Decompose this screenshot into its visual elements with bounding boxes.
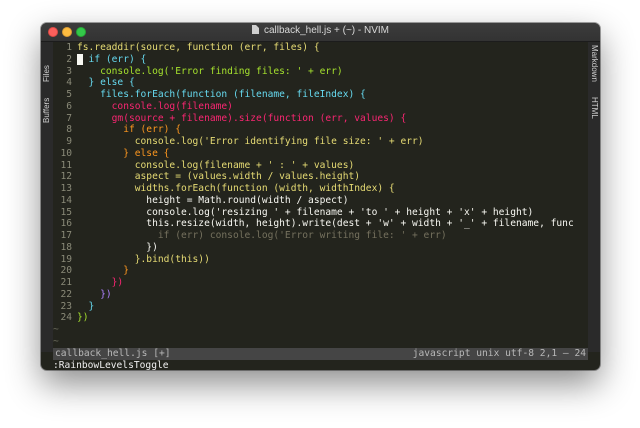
line-number: 7 <box>66 112 72 124</box>
code-text: } else { <box>77 147 170 159</box>
code-text: }) <box>77 277 124 288</box>
tab-markdown[interactable]: Markdown <box>590 45 599 82</box>
code-text: console.log('Error identifying file size… <box>77 136 424 147</box>
code-line[interactable]: 13 widths.forEach(function (width, width… <box>53 183 588 195</box>
line-number: 11 <box>60 159 72 171</box>
code-line[interactable]: 16 this.resize(width, height).write(dest… <box>53 218 588 230</box>
empty-line-tilde: ~ <box>53 335 59 347</box>
line-number: 6 <box>66 100 72 112</box>
nvim-window: callback_hell.js + (~) - NVIM Files Buff… <box>41 23 600 370</box>
code-line[interactable]: 4 } else { <box>53 77 588 89</box>
code-line[interactable]: 8 if (err) { <box>53 124 588 136</box>
code-line[interactable]: 2 if (err) { <box>53 53 588 66</box>
code-text: } <box>77 300 95 312</box>
line-number: 12 <box>60 171 72 183</box>
line-number: 19 <box>60 253 72 265</box>
code-line[interactable]: 20 } <box>53 265 588 277</box>
line-number: 4 <box>66 77 72 89</box>
tab-buffers[interactable]: Buffers <box>42 98 51 123</box>
line-number: 1 <box>66 42 72 53</box>
code-text: console.log(filename + ' : ' + values) <box>77 159 355 171</box>
window-title: callback_hell.js + (~) - NVIM <box>263 25 390 36</box>
code-line[interactable]: 22 }) <box>53 289 588 301</box>
code-text: }) <box>77 288 112 300</box>
line-number: 10 <box>60 147 72 159</box>
code-line[interactable]: 19 }.bind(this)) <box>53 254 588 266</box>
code-line[interactable]: 18 }) <box>53 242 588 254</box>
code-line[interactable]: 10 } else { <box>53 148 588 160</box>
code-line[interactable]: 1 fs.readdir(source, function (err, files… <box>53 42 588 54</box>
line-number: 8 <box>66 124 72 136</box>
line-number: 15 <box>60 206 72 218</box>
line-number: 22 <box>60 288 72 300</box>
code-line[interactable]: 23 } <box>53 301 588 313</box>
code-line[interactable]: 6 console.log(filename) <box>53 101 588 113</box>
code-text: height = Math.round(width / aspect) <box>77 194 349 206</box>
line-number: 23 <box>60 300 72 312</box>
code-line[interactable]: 15 console.log('resizing ' + filename + … <box>53 207 588 219</box>
code-text: console.log(filename) <box>77 100 233 112</box>
status-filename: callback_hell.js [+] <box>55 348 171 359</box>
code-text-rest: if (err) { <box>82 53 147 65</box>
code-line[interactable]: 7 gm(source + filename).size(function (e… <box>53 113 588 125</box>
line-number: 5 <box>66 89 72 100</box>
code-text: console.log('resizing ' + filename + 'to… <box>77 206 534 218</box>
code-line[interactable]: 14 height = Math.round(width / aspect) <box>53 195 588 207</box>
line-number: 24 <box>60 312 72 324</box>
code-text: } <box>77 265 129 277</box>
line-number: 3 <box>66 65 72 77</box>
code-text: this.resize(width, height).write(dest + … <box>77 218 574 230</box>
code-text: widths.forEach(function (width, widthInd… <box>77 183 395 194</box>
code-line[interactable]: 17 if (err) console.log('Error writing f… <box>53 230 588 242</box>
line-number: 21 <box>60 277 72 288</box>
document-icon <box>251 25 259 34</box>
line-number: 9 <box>66 136 72 147</box>
code-text: if (err) { <box>77 53 147 65</box>
code-text: fs.readdir(source, function (err, files)… <box>77 42 320 53</box>
code-text: }.bind(this)) <box>77 253 210 265</box>
code-text: if (err) console.log('Error writing file… <box>77 230 447 241</box>
code-line[interactable]: 21 }) <box>53 277 588 289</box>
empty-line-tilde: ~ <box>53 324 59 335</box>
code-text: aspect = (values.width / values.height) <box>77 171 361 183</box>
code-text: console.log('Error finding files: ' + er… <box>77 65 343 77</box>
command-line[interactable]: :RainbowLevelsToggle <box>53 360 588 370</box>
title-bar: callback_hell.js + (~) - NVIM <box>41 23 600 42</box>
code-text: files.forEach(function (filename, fileIn… <box>77 89 366 100</box>
window-title-container: callback_hell.js + (~) - NVIM <box>41 25 600 36</box>
code-line[interactable]: 9 console.log('Error identifying file si… <box>53 136 588 148</box>
line-number: 2 <box>66 53 72 65</box>
code-line[interactable]: 11 console.log(filename + ' : ' + values… <box>53 160 588 172</box>
code-line[interactable]: 5 files.forEach(function (filename, file… <box>53 89 588 101</box>
code-text: }) <box>77 241 158 253</box>
line-number: 16 <box>60 218 72 230</box>
tab-html[interactable]: HTML <box>590 97 599 119</box>
code-text: } else { <box>77 77 135 89</box>
line-number: 13 <box>60 183 72 194</box>
status-line: callback_hell.js [+] javascript unix utf… <box>53 348 588 360</box>
line-number: 14 <box>60 194 72 206</box>
left-sidebar-tabs: Files Buffers <box>41 42 53 352</box>
code-text: gm(source + filename).size(function (err… <box>77 112 407 124</box>
tab-files[interactable]: Files <box>42 65 51 82</box>
line-number: 20 <box>60 265 72 277</box>
code-line[interactable]: 12 aspect = (values.width / values.heigh… <box>53 171 588 183</box>
editor-buffer[interactable]: 1 fs.readdir(source, function (err, files… <box>53 42 588 348</box>
right-sidebar-tabs: Markdown HTML <box>588 42 600 352</box>
code-line[interactable]: 3 console.log('Error finding files: ' + … <box>53 66 588 78</box>
line-number: 18 <box>60 241 72 253</box>
code-text: }) <box>77 312 89 324</box>
status-fileinfo: javascript unix utf-8 2,1 — 24 <box>412 348 586 359</box>
code-text: if (err) { <box>77 124 181 136</box>
line-number: 17 <box>60 230 72 241</box>
code-line[interactable]: 24}) <box>53 312 588 324</box>
